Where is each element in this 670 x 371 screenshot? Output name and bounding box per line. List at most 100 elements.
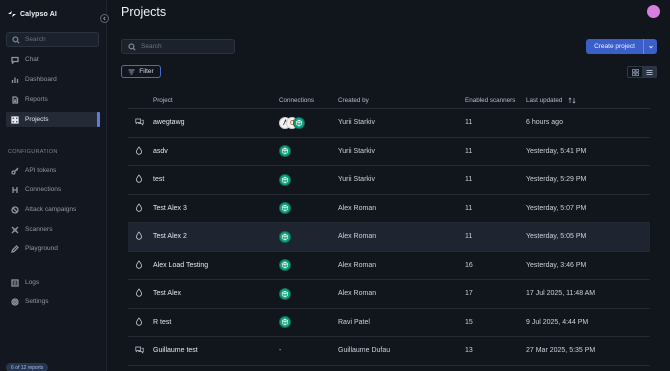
project-last-updated: 9 Jul 2025, 4:44 PM xyxy=(526,318,589,326)
pen-icon xyxy=(11,244,19,253)
logo[interactable]: Calypso AI xyxy=(7,10,57,18)
project-connections xyxy=(279,316,291,329)
project-created-by: Yurii Starkiv xyxy=(338,119,375,127)
project-last-updated: 6 hours ago xyxy=(526,119,563,127)
table-row[interactable]: Test Alex 3 Alex Roman 11 Yesterday, 5:07 P… xyxy=(128,195,650,223)
drop-icon xyxy=(135,203,143,214)
sidebar-item-settings[interactable]: Settings xyxy=(6,294,99,309)
project-name[interactable]: Guillaume test xyxy=(153,347,198,354)
create-options-dropdown[interactable] xyxy=(644,44,657,50)
sidebar-item-label: Settings xyxy=(25,298,49,305)
project-last-updated: Yesterday, 3:46 PM xyxy=(526,261,587,269)
view-toggle xyxy=(627,66,657,78)
project-name[interactable]: Test Alex xyxy=(153,290,181,297)
sidebar-item-logs[interactable]: Logs xyxy=(6,275,99,290)
table-row[interactable]: Test Alex Alex Roman 17 17 Jul 2025, 11:48 … xyxy=(128,280,650,309)
sidebar-item-reports[interactable]: Reports xyxy=(6,92,99,107)
collapse-sidebar-button[interactable] xyxy=(100,14,109,23)
sidebar-item-api-tokens[interactable]: API tokens xyxy=(6,163,99,178)
column-created-by[interactable]: Created by xyxy=(338,97,369,104)
sidebar-item-label: Connections xyxy=(25,186,62,193)
openai-connection-icon xyxy=(279,259,291,272)
sidebar-item-scanners[interactable]: Scanners xyxy=(6,222,99,237)
project-connections xyxy=(279,230,291,243)
grid-view-button[interactable] xyxy=(628,67,642,77)
sidebar-item-chat[interactable]: Chat xyxy=(6,52,99,67)
project-created-by: Ravi Patel xyxy=(338,318,370,326)
sidebar-search-input[interactable] xyxy=(25,36,95,43)
app-name: Calypso AI xyxy=(20,10,57,18)
filter-button[interactable]: Filter xyxy=(121,65,161,78)
openai-connection-icon xyxy=(279,145,291,158)
project-connections xyxy=(279,173,291,186)
drop-icon xyxy=(135,288,143,299)
table-row[interactable]: Test Alex 2 Alex Roman 11 Yesterday, 5:05 P… xyxy=(128,223,650,252)
chart-icon xyxy=(11,76,19,84)
project-name[interactable]: asdv xyxy=(153,148,168,155)
table-row[interactable]: Alex Load Testing Alex Roman 16 Yesterday, … xyxy=(128,252,650,280)
table-header: Project Connections Created by Enabled s… xyxy=(128,92,650,109)
sidebar-item-label: Reports xyxy=(25,96,48,103)
project-search-input[interactable] xyxy=(141,43,231,50)
sidebar-item-connections[interactable]: Connections xyxy=(6,182,99,197)
sidebar-item-label: Attack campaigns xyxy=(25,206,77,213)
column-project[interactable]: Project xyxy=(153,97,173,104)
sidebar-search[interactable] xyxy=(6,32,99,47)
chevron-down-icon xyxy=(648,45,653,48)
table-row[interactable]: Guillaume test - Guillaume Dufau 13 27 Mar 2… xyxy=(128,337,650,366)
column-last-updated[interactable]: Last updated xyxy=(526,97,576,104)
chat-bubbles-icon xyxy=(135,346,144,356)
project-connections xyxy=(279,145,291,158)
project-name[interactable]: Test Alex 3 xyxy=(153,205,187,212)
project-last-updated: Yesterday, 5:05 PM xyxy=(526,233,587,241)
sort-icon xyxy=(568,97,576,103)
project-created-by: Guillaume Dufau xyxy=(338,347,391,355)
project-created-by: Alex Roman xyxy=(338,261,377,269)
scanner-icon xyxy=(11,226,19,234)
avatar[interactable] xyxy=(647,5,660,18)
project-connections: - xyxy=(279,347,281,354)
project-connections xyxy=(279,259,291,272)
openai-connection-icon xyxy=(293,116,305,129)
search-icon xyxy=(12,35,20,44)
table-row[interactable]: R test Ravi Patel 15 9 Jul 2025, 4:44 PM xyxy=(128,309,650,337)
table-row[interactable]: asdv Yurii Starkiv 11 Yesterday, 5:41 PM xyxy=(128,138,650,166)
project-name[interactable]: awegtawg xyxy=(153,119,185,126)
configuration-section-label: CONFIGURATION xyxy=(8,149,58,155)
table-row[interactable]: awegtawg Yurii Starkiv 11 6 hours ago xyxy=(128,109,650,138)
sidebar-item-dashboard[interactable]: Dashboard xyxy=(6,72,99,87)
projects-table: Project Connections Created by Enabled s… xyxy=(128,92,650,366)
project-enabled-scanners: 11 xyxy=(465,204,473,212)
sidebar-item-attack-campaigns[interactable]: Attack campaigns xyxy=(6,202,99,217)
project-created-by: Yurii Starkiv xyxy=(338,147,375,155)
connections-icon xyxy=(11,186,19,194)
search-icon xyxy=(128,42,136,51)
key-icon xyxy=(11,167,19,175)
list-view-icon xyxy=(646,69,652,75)
list-view-button[interactable] xyxy=(642,67,656,77)
project-name[interactable]: Test Alex 2 xyxy=(153,233,187,240)
project-enabled-scanners: 11 xyxy=(465,233,473,241)
sidebar: Calypso AI Chat Dashboard Reports Projec… xyxy=(0,0,109,371)
sidebar-item-label: Dashboard xyxy=(25,76,57,83)
logs-icon xyxy=(11,278,19,287)
table-row[interactable]: test Yurii Starkiv 11 Yesterday, 5:29 PM xyxy=(128,166,650,195)
project-name[interactable]: test xyxy=(153,176,164,183)
project-name[interactable]: Alex Load Testing xyxy=(153,262,208,269)
sidebar-item-projects[interactable]: Projects xyxy=(6,112,100,127)
project-name[interactable]: R test xyxy=(153,319,171,326)
column-connections[interactable]: Connections xyxy=(279,97,314,104)
drop-icon xyxy=(135,317,143,328)
project-enabled-scanners: 13 xyxy=(465,347,473,355)
create-project-label: Create project xyxy=(594,43,635,50)
openai-connection-icon xyxy=(279,230,291,243)
project-created-by: Yurii Starkiv xyxy=(338,176,375,184)
create-project-button[interactable]: Create project xyxy=(586,39,657,54)
sidebar-item-playground[interactable]: Playground xyxy=(6,241,99,256)
sidebar-item-label: Logs xyxy=(25,279,40,286)
column-enabled-scanners[interactable]: Enabled scanners xyxy=(465,97,515,104)
project-search[interactable] xyxy=(121,39,235,54)
project-enabled-scanners: 11 xyxy=(465,176,473,184)
drop-icon xyxy=(135,231,143,242)
project-connections xyxy=(279,116,305,129)
